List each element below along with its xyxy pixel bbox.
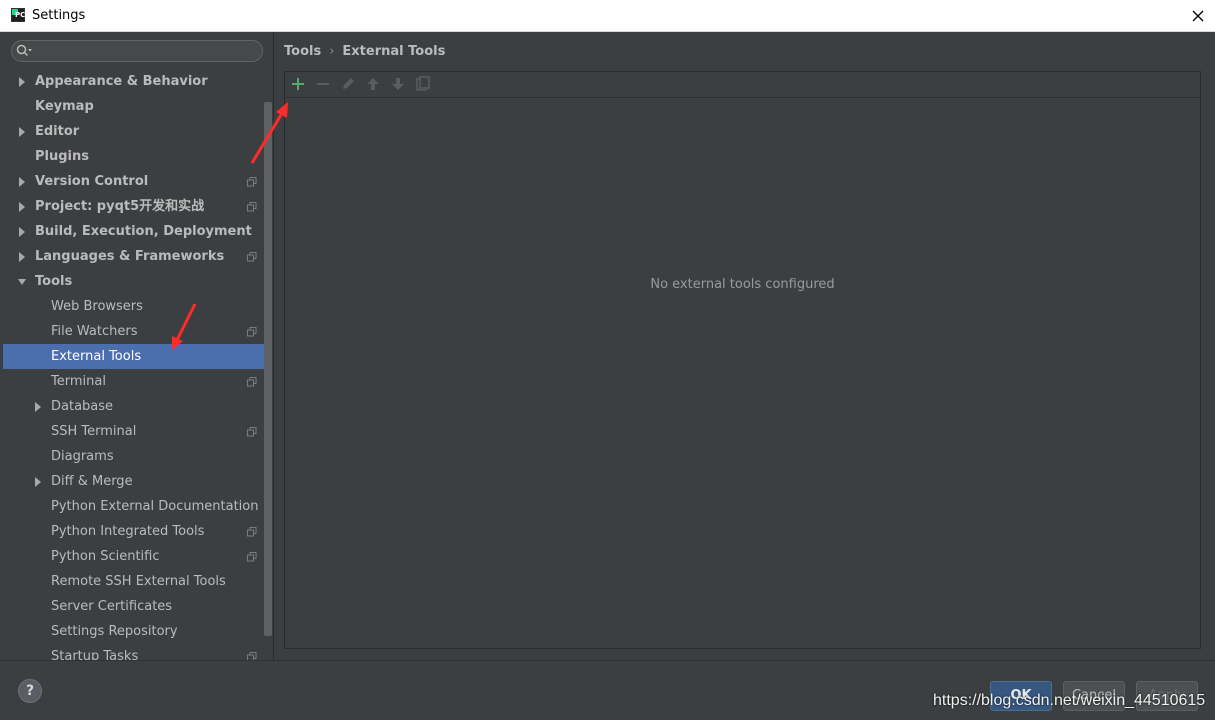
- remove-icon[interactable]: [315, 76, 331, 92]
- sidebar-item-label: Python Integrated Tools: [51, 524, 205, 539]
- annotation-arrow-add: [250, 102, 288, 164]
- dialog-footer: ? OK Cancel Apply https://blog.csdn.net/…: [0, 660, 1215, 720]
- sidebar-item-python-external-documentation[interactable]: Python External Documentation: [3, 494, 272, 519]
- sidebar-item-project-pyqt5[interactable]: Project: pyqt5开发和实战: [3, 194, 272, 219]
- sidebar-item-build-execution-deployment[interactable]: Build, Execution, Deployment: [3, 219, 272, 244]
- sidebar-item-diagrams[interactable]: Diagrams: [3, 444, 272, 469]
- sidebar-item-ssh-terminal[interactable]: SSH Terminal: [3, 419, 272, 444]
- project-level-icon: [247, 327, 257, 337]
- sidebar-item-label: Appearance & Behavior: [35, 74, 208, 89]
- annotation-arrow-external-tools: [172, 303, 197, 350]
- expand-right-icon[interactable]: [18, 252, 26, 262]
- move-up-icon[interactable]: [365, 76, 381, 92]
- sidebar-item-label: Languages & Frameworks: [35, 249, 225, 264]
- project-level-icon: [247, 202, 257, 212]
- sidebar-item-languages-frameworks[interactable]: Languages & Frameworks: [3, 244, 272, 269]
- external-tools-toolbar: [285, 72, 1200, 98]
- project-level-icon: [247, 527, 257, 537]
- expand-right-icon[interactable]: [18, 127, 26, 137]
- sidebar-item-label: Version Control: [35, 174, 149, 189]
- sidebar-item-web-browsers[interactable]: Web Browsers: [3, 294, 272, 319]
- sidebar-item-plugins[interactable]: Plugins: [3, 144, 272, 169]
- breadcrumb-parent[interactable]: Tools: [284, 44, 321, 59]
- sidebar-item-label: Build, Execution, Deployment: [35, 224, 252, 239]
- expand-right-icon[interactable]: [18, 177, 26, 187]
- sidebar-item-editor[interactable]: Editor: [3, 119, 272, 144]
- project-level-icon: [247, 552, 257, 562]
- sidebar-item-label: Tools: [35, 274, 73, 289]
- sidebar-item-label: Diff & Merge: [51, 474, 133, 489]
- sidebar-item-label: Database: [51, 399, 114, 414]
- sidebar-item-label: External Tools: [51, 349, 142, 364]
- project-level-icon: [247, 652, 257, 660]
- sidebar-item-label: Python Scientific: [51, 549, 160, 564]
- sidebar-item-appearance-behavior[interactable]: Appearance & Behavior: [3, 69, 272, 94]
- add-icon[interactable]: [290, 76, 306, 92]
- expand-right-icon[interactable]: [18, 227, 26, 237]
- window-title: Settings: [32, 8, 86, 23]
- sidebar-item-python-scientific[interactable]: Python Scientific: [3, 544, 272, 569]
- sidebar-item-server-certificates[interactable]: Server Certificates: [3, 594, 272, 619]
- sidebar-item-label: Web Browsers: [51, 299, 143, 314]
- sidebar-item-diff-merge[interactable]: Diff & Merge: [3, 469, 272, 494]
- sidebar-item-remote-ssh-external-tools[interactable]: Remote SSH External Tools: [3, 569, 272, 594]
- breadcrumb-current: External Tools: [342, 44, 446, 59]
- sidebar-item-keymap[interactable]: Keymap: [3, 94, 272, 119]
- sidebar-item-label: Editor: [35, 124, 80, 139]
- copy-icon[interactable]: [415, 76, 431, 92]
- title-bar: PC Settings: [0, 0, 1215, 32]
- help-button[interactable]: ?: [18, 679, 42, 703]
- sidebar-item-database[interactable]: Database: [3, 394, 272, 419]
- sidebar-item-label: SSH Terminal: [51, 424, 137, 439]
- external-tools-panel: No external tools configured: [284, 71, 1201, 649]
- sidebar-item-label: Server Certificates: [51, 599, 173, 614]
- edit-icon[interactable]: [340, 76, 356, 92]
- project-level-icon: [247, 427, 257, 437]
- watermark-text: https://blog.csdn.net/weixin_44510615: [933, 692, 1206, 709]
- sidebar-scrollbar[interactable]: [264, 102, 272, 636]
- sidebar-item-external-tools[interactable]: External Tools: [3, 344, 272, 369]
- sidebar-item-label: Diagrams: [51, 449, 114, 464]
- project-level-icon: [247, 377, 257, 387]
- project-level-icon: [247, 177, 257, 187]
- sidebar-item-label: Terminal: [51, 374, 106, 389]
- expand-down-icon[interactable]: [18, 277, 26, 287]
- expand-right-icon[interactable]: [18, 77, 26, 87]
- sidebar-item-startup-tasks[interactable]: Startup Tasks: [3, 644, 272, 660]
- expand-right-icon[interactable]: [34, 477, 42, 487]
- sidebar-item-file-watchers[interactable]: File Watchers: [3, 319, 272, 344]
- sidebar-item-label: Plugins: [35, 149, 89, 164]
- expand-right-icon[interactable]: [34, 402, 42, 412]
- sidebar-item-label: Keymap: [35, 99, 94, 114]
- project-level-icon: [247, 252, 257, 262]
- move-down-icon[interactable]: [390, 76, 406, 92]
- search-field[interactable]: [11, 40, 263, 62]
- settings-sidebar: Appearance & Behavior Keymap Editor Plugins…: [0, 32, 274, 660]
- empty-state-text: No external tools configured: [650, 277, 835, 292]
- sidebar-item-label: Python External Documentation: [51, 499, 259, 514]
- sidebar-item-label: Settings Repository: [51, 624, 178, 639]
- close-icon[interactable]: [1188, 6, 1208, 26]
- sidebar-item-terminal[interactable]: Terminal: [3, 369, 272, 394]
- expand-right-icon[interactable]: [18, 202, 26, 212]
- sidebar-item-version-control[interactable]: Version Control: [3, 169, 272, 194]
- breadcrumb-separator: ›: [329, 44, 335, 59]
- sidebar-item-label: Remote SSH External Tools: [51, 574, 226, 589]
- sidebar-item-label: Startup Tasks: [51, 649, 139, 660]
- sidebar-item-tools[interactable]: Tools: [3, 269, 272, 294]
- breadcrumb: Tools › External Tools: [284, 43, 445, 60]
- search-icon: [16, 44, 32, 57]
- sidebar-item-python-integrated-tools[interactable]: Python Integrated Tools: [3, 519, 272, 544]
- sidebar-item-label: Project: pyqt5开发和实战: [35, 199, 205, 214]
- sidebar-item-label: File Watchers: [51, 324, 138, 339]
- pycharm-app-icon: PC: [11, 8, 25, 22]
- sidebar-item-settings-repository[interactable]: Settings Repository: [3, 619, 272, 644]
